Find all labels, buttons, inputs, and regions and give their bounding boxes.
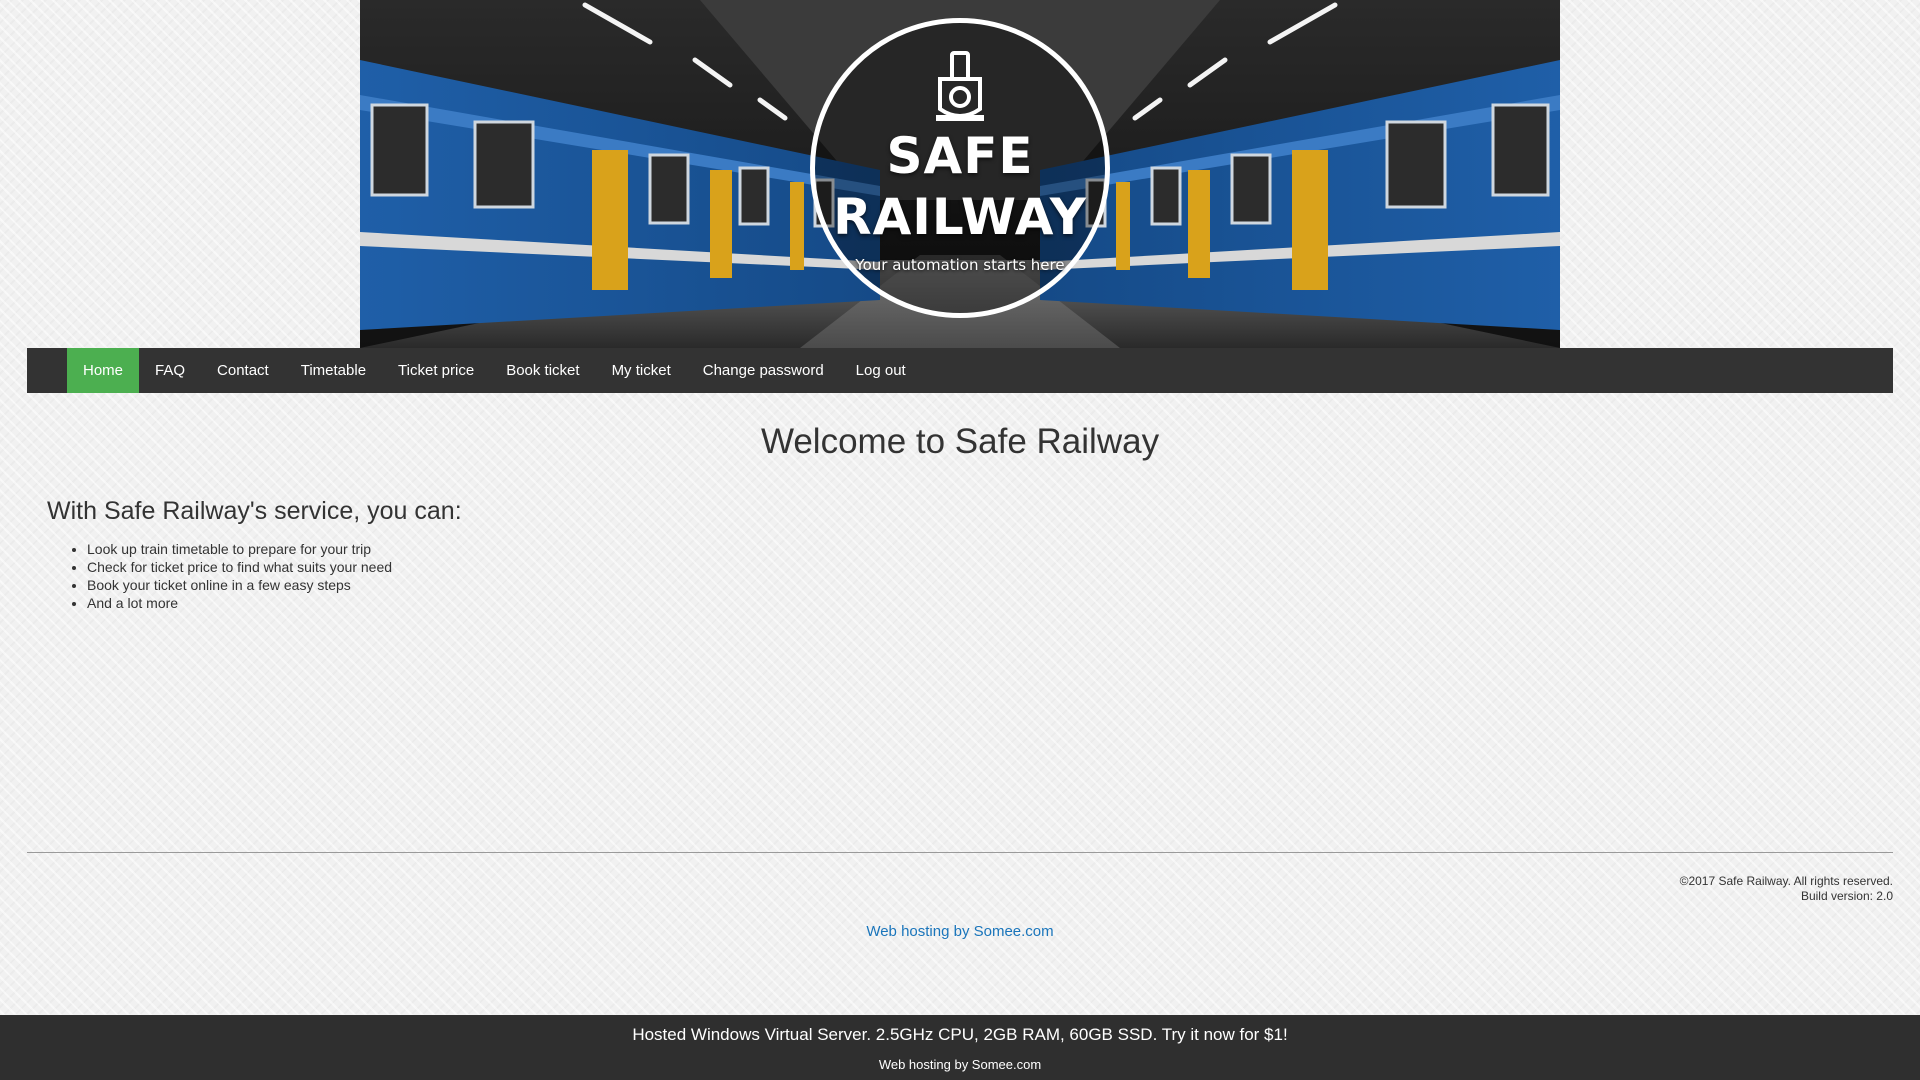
list-item: And a lot more xyxy=(87,594,392,612)
nav-item-log-out[interactable]: Log out xyxy=(840,348,922,393)
ad-headline-link[interactable]: Hosted Windows Virtual Server. 2.5GHz CP… xyxy=(0,1025,1920,1045)
features-list: Look up train timetable to prepare for y… xyxy=(47,540,392,612)
main-navigation: Home FAQ Contact Timetable Ticket price … xyxy=(27,348,1893,393)
hosting-link[interactable]: Web hosting by Somee.com xyxy=(866,923,1053,940)
services-heading: With Safe Railway's service, you can: xyxy=(47,497,462,525)
nav-item-home[interactable]: Home xyxy=(67,348,140,393)
nav-item-timetable[interactable]: Timetable xyxy=(285,348,382,393)
train-icon xyxy=(936,51,984,121)
list-item: Look up train timetable to prepare for y… xyxy=(87,540,392,558)
ad-sub-link[interactable]: Web hosting by Somee.com xyxy=(0,1057,1920,1072)
brand-tagline: Your automation starts here xyxy=(855,256,1065,274)
nav-menu: Home FAQ Contact Timetable Ticket price … xyxy=(27,348,1893,393)
copyright-text: ©2017 Safe Railway. All rights reserved. xyxy=(1679,874,1893,888)
brand-name-line1: SAFE xyxy=(886,127,1034,185)
footer-info: ©2017 Safe Railway. All rights reserved.… xyxy=(1680,874,1893,904)
page-title: Welcome to Safe Railway xyxy=(760,422,1160,461)
list-item: Book your ticket online in a few easy st… xyxy=(87,576,392,594)
build-version: Build version: 2.0 xyxy=(1800,889,1893,903)
brand-logo: SAFE RAILWAY Your automation starts here xyxy=(810,18,1110,318)
nav-item-contact[interactable]: Contact xyxy=(201,348,285,393)
nav-item-book-ticket[interactable]: Book ticket xyxy=(490,348,595,393)
header-banner: SAFE RAILWAY Your automation starts here xyxy=(360,0,1560,348)
nav-item-ticket-price[interactable]: Ticket price xyxy=(382,348,490,393)
nav-item-faq[interactable]: FAQ xyxy=(139,348,201,393)
footer-divider xyxy=(27,852,1893,853)
nav-item-change-password[interactable]: Change password xyxy=(687,348,840,393)
list-item: Check for ticket price to find what suit… xyxy=(87,558,392,576)
hosting-credit: Web hosting by Somee.com xyxy=(0,923,1920,940)
nav-item-my-ticket[interactable]: My ticket xyxy=(596,348,687,393)
brand-name-line2: RAILWAY xyxy=(833,188,1087,246)
hosting-ad-bar: Hosted Windows Virtual Server. 2.5GHz CP… xyxy=(0,1015,1920,1080)
